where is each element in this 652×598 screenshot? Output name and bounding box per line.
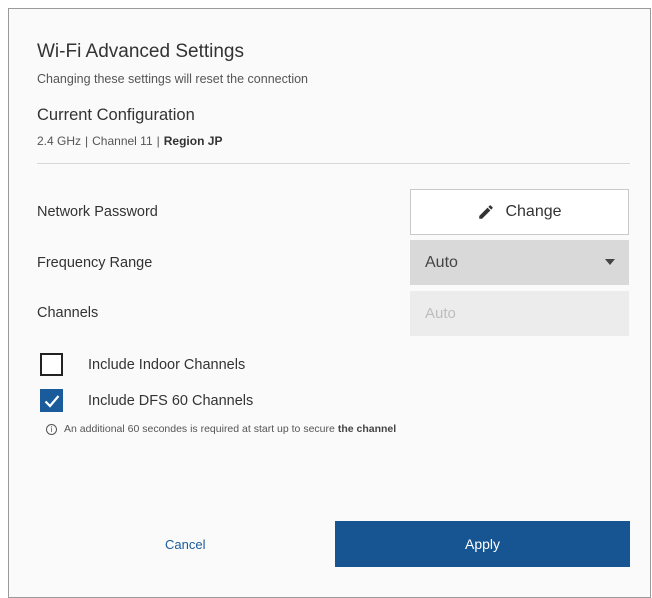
- dialog-subtitle: Changing these settings will reset the c…: [37, 72, 308, 86]
- dialog-title: Wi-Fi Advanced Settings: [37, 41, 244, 62]
- current-configuration-summary: 2.4 GHz | Channel 11 | Region JP: [37, 134, 222, 148]
- cancel-button[interactable]: Cancel: [165, 537, 205, 552]
- frequency-range-selected-value: Auto: [425, 253, 458, 271]
- config-frequency: 2.4 GHz: [37, 134, 82, 148]
- change-password-button[interactable]: Change: [410, 189, 629, 235]
- caret-down-icon: [605, 259, 615, 265]
- dfs-channels-checkbox[interactable]: [40, 389, 63, 412]
- dfs-channels-label: Include DFS 60 Channels: [88, 392, 254, 409]
- pencil-icon: [479, 205, 494, 219]
- info-text: An additional 60 secondes is required at…: [64, 423, 335, 435]
- network-password-label: Network Password: [37, 204, 158, 220]
- apply-button[interactable]: Apply: [335, 521, 630, 567]
- change-password-button-label: Change: [505, 203, 562, 220]
- section-divider: [37, 163, 630, 164]
- indoor-channels-option: Include Indoor Channels: [40, 353, 245, 376]
- indoor-channels-label: Include Indoor Channels: [88, 356, 246, 373]
- wifi-advanced-settings-dialog: Wi-Fi Advanced Settings Changing these s…: [8, 8, 651, 598]
- channels-field-value: Auto: [425, 305, 456, 322]
- dfs-info-note: i An additional 60 secondes is required …: [46, 423, 396, 435]
- config-channel: Channel 11: [92, 134, 153, 148]
- config-separator: |: [85, 134, 89, 148]
- info-text-emphasis: the channel: [337, 423, 397, 435]
- indoor-channels-checkbox[interactable]: [40, 353, 63, 376]
- info-icon: i: [46, 423, 57, 435]
- checkmark-icon: [44, 394, 59, 408]
- channels-field: Auto: [410, 291, 629, 336]
- config-separator: |: [156, 134, 160, 148]
- current-configuration-heading: Current Configuration: [37, 106, 195, 124]
- config-region: Region JP: [163, 134, 223, 148]
- frequency-range-label: Frequency Range: [37, 255, 153, 271]
- frequency-range-select[interactable]: Auto: [410, 240, 629, 285]
- channels-label: Channels: [37, 305, 99, 321]
- dfs-channels-option: Include DFS 60 Channels: [40, 389, 253, 412]
